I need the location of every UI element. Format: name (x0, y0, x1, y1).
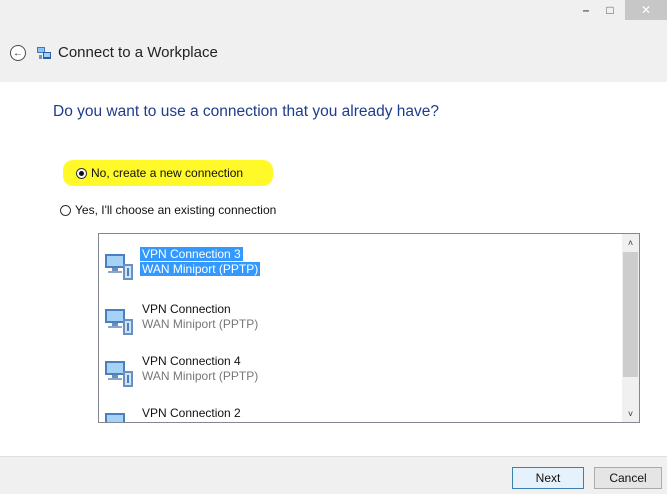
radio-new-connection[interactable]: No, create a new connection (76, 166, 243, 180)
list-item[interactable]: VPN Connection WAN Miniport (PPTP) (103, 301, 618, 339)
list-item[interactable]: VPN Connection 4 WAN Miniport (PPTP) (103, 353, 618, 391)
vpn-connection-icon (105, 361, 133, 387)
maximize-button[interactable]: □ (597, 0, 623, 20)
scroll-up-icon[interactable]: ˄ (622, 234, 639, 251)
connection-device: WAN Miniport (PPTP) (142, 369, 259, 383)
close-button[interactable]: ✕ (625, 0, 667, 20)
minimize-button[interactable]: – (575, 0, 597, 20)
next-button[interactable]: Next (512, 467, 584, 489)
connection-name: VPN Connection 3 (140, 247, 243, 261)
vpn-connection-icon (105, 413, 125, 422)
vpn-connection-icon (105, 309, 133, 335)
scroll-down-icon[interactable]: ˅ (622, 405, 639, 422)
cancel-button[interactable]: Cancel (594, 467, 662, 489)
connection-name: VPN Connection (142, 302, 231, 316)
connection-device: WAN Miniport (PPTP) (140, 262, 261, 276)
radio-button[interactable] (60, 204, 71, 216)
connection-list[interactable]: VPN Connection 3 WAN Miniport (PPTP) VPN… (98, 233, 640, 423)
connection-name: VPN Connection 2 (142, 406, 241, 420)
radio-label: Yes, I'll choose an existing connection (75, 203, 277, 217)
vpn-connection-icon (105, 254, 133, 280)
network-workplace-icon (37, 47, 51, 59)
page-heading: Do you want to use a connection that you… (53, 103, 440, 120)
list-item[interactable]: VPN Connection 3 WAN Miniport (PPTP) (103, 246, 618, 284)
radio-existing-connection[interactable]: Yes, I'll choose an existing connection (60, 203, 276, 217)
scrollbar-thumb[interactable] (623, 252, 638, 377)
radio-label: No, create a new connection (91, 166, 244, 180)
radio-button-checked[interactable] (76, 167, 87, 179)
title-bar: – □ ✕ ← Connect to a Workplace (0, 0, 667, 82)
window-title: Connect to a Workplace (58, 44, 218, 61)
vertical-scrollbar[interactable]: ˄ ˅ (622, 234, 639, 422)
connection-device: WAN Miniport (PPTP) (142, 317, 259, 331)
list-item[interactable]: VPN Connection 2 (103, 405, 618, 422)
connection-name: VPN Connection 4 (142, 354, 241, 368)
back-arrow-icon[interactable]: ← (10, 45, 26, 61)
